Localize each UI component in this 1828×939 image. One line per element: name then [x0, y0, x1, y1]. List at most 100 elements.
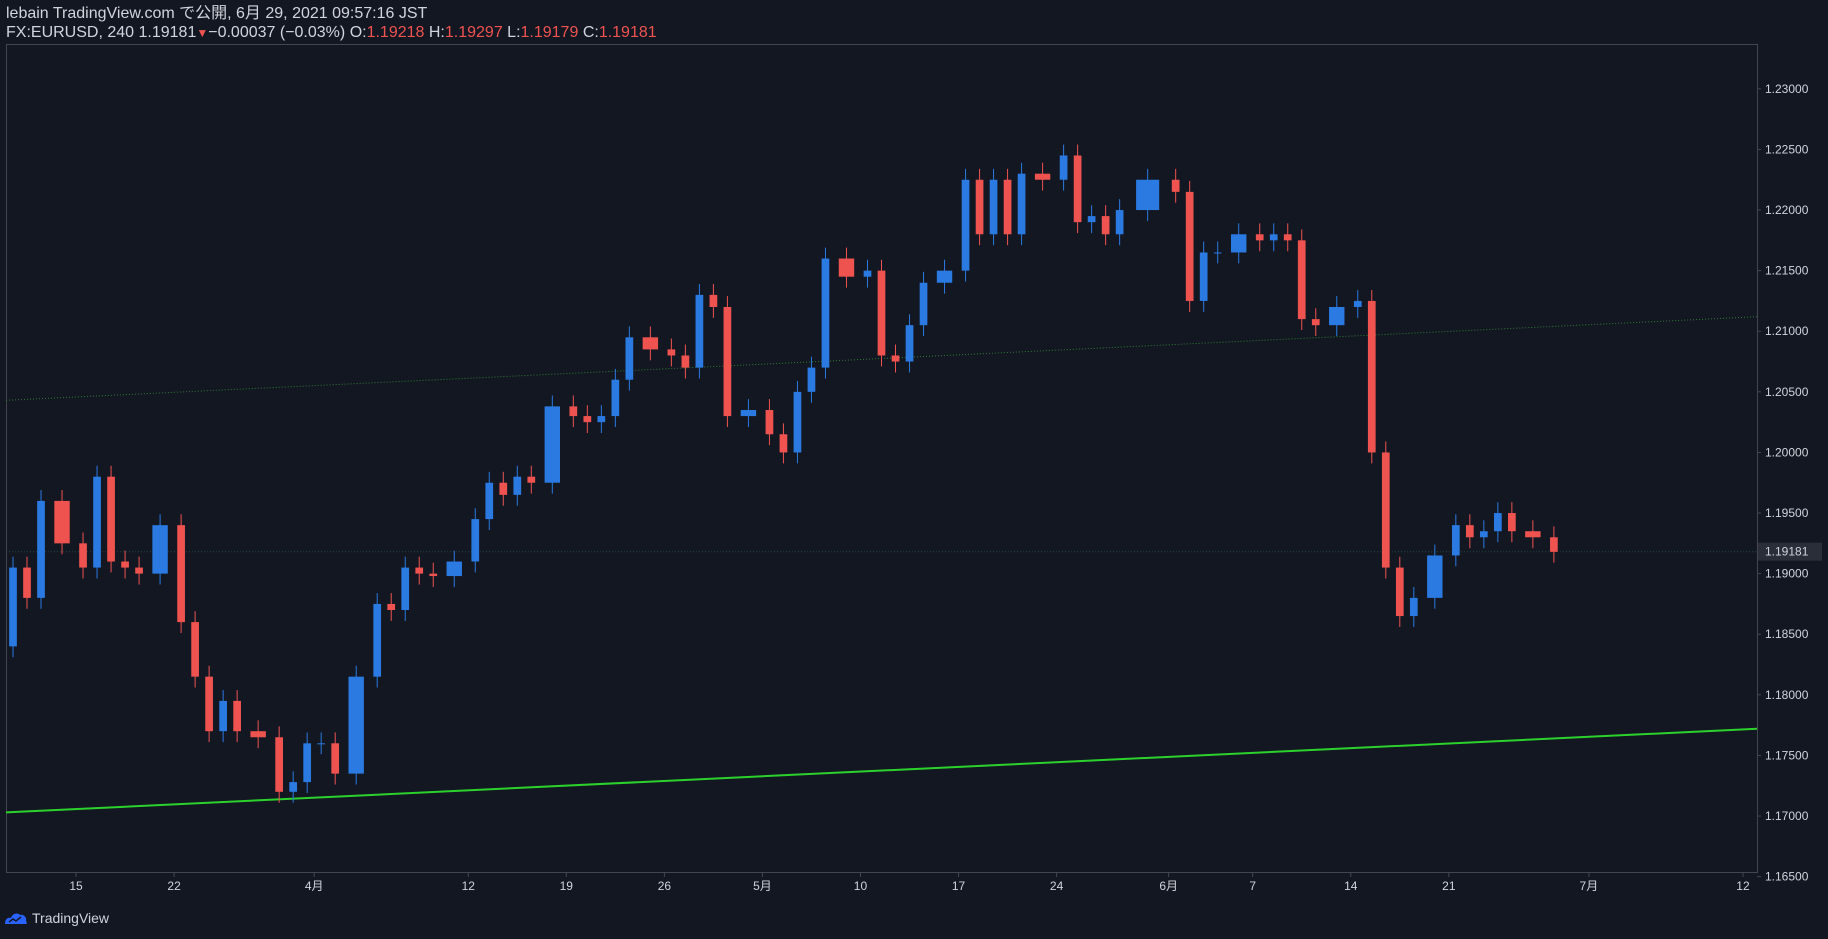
price-tick-label: 1.18000 — [1765, 688, 1809, 702]
time-tick-label: 10 — [854, 879, 868, 893]
candle-body — [1381, 452, 1390, 568]
candle-body — [79, 543, 87, 568]
candle-body — [1199, 252, 1208, 301]
candle-body — [544, 406, 561, 483]
candle-body — [219, 700, 227, 732]
price-tick-label: 1.19500 — [1765, 506, 1809, 520]
candle-body — [429, 573, 438, 577]
candle-body — [275, 737, 284, 792]
candle-body — [961, 179, 970, 271]
candle-body — [1479, 531, 1488, 538]
candle-body — [975, 179, 984, 235]
candle-body — [373, 603, 382, 677]
price-tick-label: 1.21000 — [1765, 324, 1809, 338]
price-tick-label: 1.20000 — [1765, 445, 1809, 459]
candle-body — [54, 500, 70, 544]
candles — [9, 144, 1558, 803]
candle-body — [107, 476, 115, 562]
candle-body — [740, 410, 757, 417]
footer-brand[interactable]: TradingView — [4, 910, 109, 926]
price-tick-label: 1.17000 — [1765, 809, 1809, 823]
candle-body — [152, 525, 168, 574]
candle-body — [191, 622, 199, 677]
support-trendline — [5, 727, 1758, 814]
candle-body — [989, 179, 998, 235]
time-tick-label: 6月 — [1159, 879, 1178, 893]
candle-body — [446, 561, 462, 577]
time-tick-label: 12 — [1736, 879, 1750, 893]
candle-body — [121, 561, 129, 568]
tradingview-logo-icon — [5, 913, 27, 924]
candle-body — [401, 567, 410, 610]
candle-body — [471, 519, 480, 562]
candle-body — [1115, 210, 1124, 235]
candle-body — [765, 410, 774, 435]
candle-body — [1101, 216, 1110, 235]
candle-body — [891, 355, 900, 362]
candle-body — [485, 482, 494, 520]
candle-body — [233, 700, 241, 732]
candle-body — [317, 743, 326, 745]
candle-body — [135, 567, 143, 574]
price-chart[interactable]: 1.23000 1.22500 1.22000 1.21500 1.21000 1.205… — [0, 0, 1828, 939]
candle-body — [1451, 525, 1460, 556]
price-tick-label: 1.23000 — [1765, 82, 1809, 96]
candle-body — [821, 258, 830, 368]
candle-body — [1550, 537, 1558, 552]
candle-body — [1367, 300, 1376, 453]
time-tick-label: 22 — [167, 879, 181, 893]
candle-body — [793, 391, 802, 453]
candle-body — [611, 379, 620, 417]
candle-body — [348, 676, 364, 774]
candle-body — [499, 482, 508, 495]
price-tick-label: 1.21500 — [1765, 264, 1809, 278]
time-tick-label: 26 — [658, 879, 672, 893]
candle-body — [1003, 179, 1012, 235]
candle-body — [37, 500, 45, 598]
candle-body — [1353, 300, 1362, 308]
candle-body — [681, 355, 690, 368]
price-tick-label: 1.22000 — [1765, 203, 1809, 217]
time-tick-label: 19 — [560, 879, 574, 893]
price-tick-label: 1.20500 — [1765, 385, 1809, 399]
candle-body — [919, 282, 928, 326]
candle-body — [1213, 252, 1222, 254]
plot-frame — [6, 44, 1758, 873]
candle-body — [1297, 240, 1306, 320]
candle-body — [723, 307, 732, 417]
time-tick-label: 7月 — [1580, 879, 1599, 893]
time-tick-label: 24 — [1050, 879, 1064, 893]
candle-body — [23, 567, 31, 598]
candle-body — [1311, 319, 1320, 326]
candle-body — [569, 406, 578, 417]
candle-body — [1073, 155, 1082, 223]
candle-body — [1059, 155, 1068, 180]
candle-body — [1255, 234, 1264, 241]
candle-body — [1185, 191, 1194, 301]
candle-body — [387, 603, 396, 610]
candle-body — [807, 367, 816, 392]
candle-body — [527, 476, 536, 483]
time-tick-label: 4月 — [305, 879, 324, 893]
candle-body — [1508, 513, 1516, 532]
candle-body — [205, 676, 213, 732]
candle-body — [597, 416, 606, 423]
candle-body — [877, 270, 886, 356]
candle-body — [667, 349, 676, 356]
price-axis[interactable]: 1.23000 1.22500 1.22000 1.21500 1.21000 1.205… — [1757, 82, 1809, 884]
time-tick-label: 14 — [1344, 879, 1358, 893]
candle-body — [625, 337, 634, 380]
time-tick-label: 12 — [462, 879, 476, 893]
candle-body — [1329, 307, 1345, 326]
time-axis[interactable]: 15 22 4月 12 19 26 5月 10 17 24 6月 7 14 21 7月 12 — [69, 873, 1750, 893]
candle-body — [1409, 597, 1418, 617]
candle-body — [695, 294, 704, 368]
price-tick-label: 1.19000 — [1765, 567, 1809, 581]
candle-body — [415, 567, 424, 574]
last-price-badge: 1.19181 — [1758, 542, 1822, 561]
candle-body — [1269, 234, 1278, 241]
price-tick-label: 1.22500 — [1765, 142, 1809, 156]
candle-body — [709, 294, 718, 308]
candle-body — [779, 434, 788, 453]
candle-body — [863, 270, 872, 277]
